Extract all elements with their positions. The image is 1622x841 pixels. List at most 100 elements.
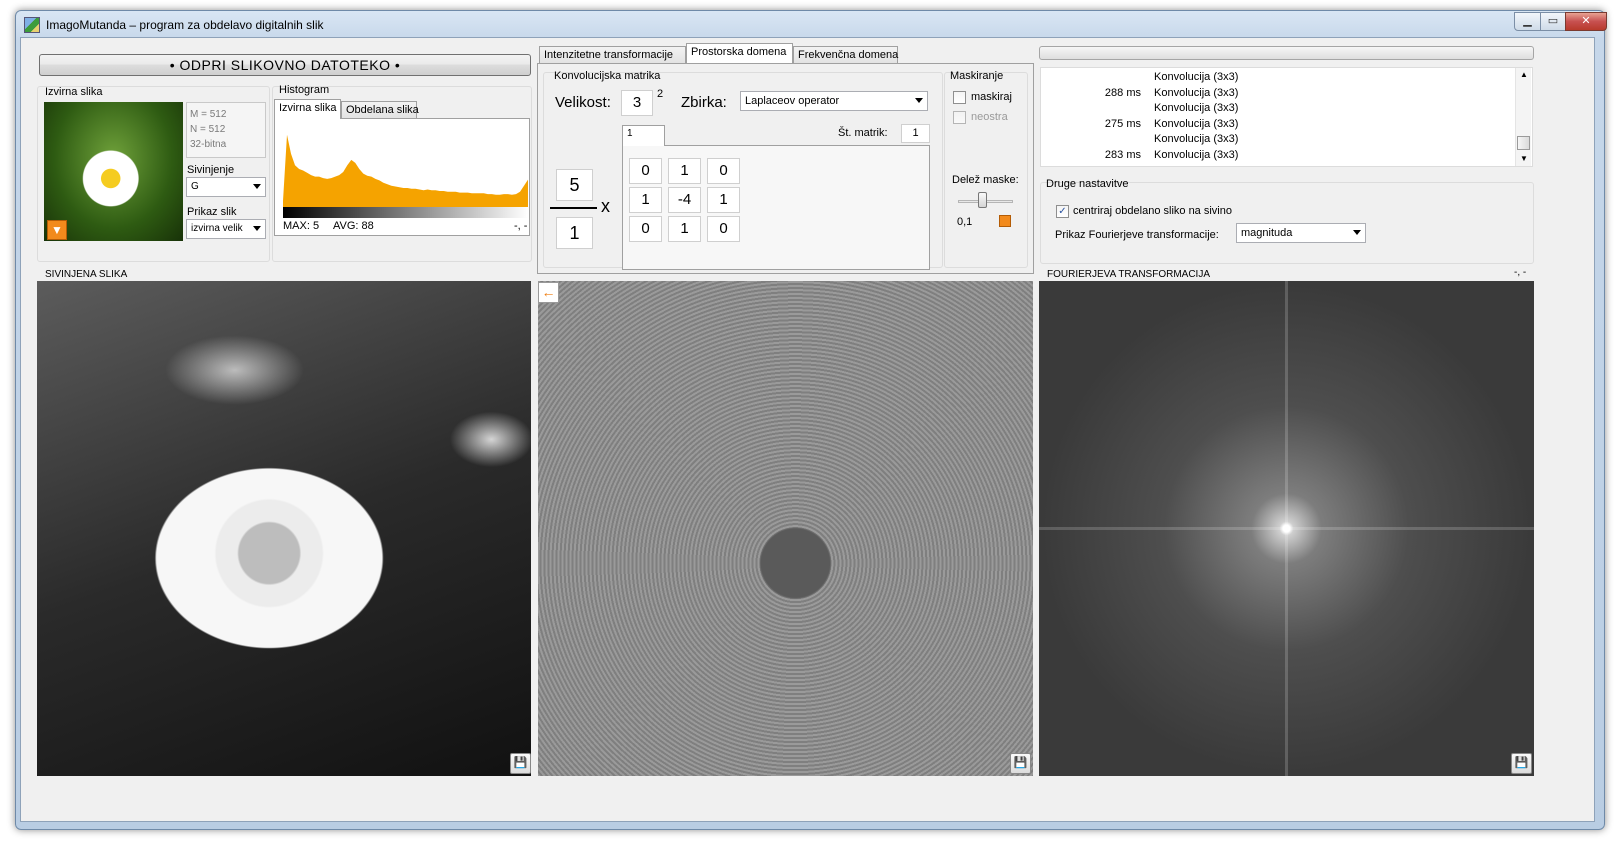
log-entry[interactable]: Konvolucija (3x3): [1154, 101, 1238, 116]
histogram-area: [283, 134, 528, 207]
histogram-svg: [283, 134, 528, 207]
set-label: Zbirka:: [681, 94, 727, 111]
progress-bar: [1039, 46, 1534, 60]
filter-set-select[interactable]: Laplaceov operator: [740, 91, 928, 111]
save-gray-icon[interactable]: 💾: [510, 753, 531, 774]
matrix-cell-2-0[interactable]: 0: [629, 216, 662, 242]
gray-image-title: SIVINJENA SLIKA: [45, 269, 128, 280]
log-entry[interactable]: Konvolucija (3x3): [1154, 117, 1238, 132]
histogram-plot: [283, 127, 528, 219]
info-n: N = 512: [190, 124, 226, 135]
mask-checkbox[interactable]: [953, 91, 966, 104]
save-fourier-icon[interactable]: 💾: [1511, 753, 1532, 774]
scroll-up-icon[interactable]: ▲: [1520, 70, 1528, 79]
info-bits: 32-bitna: [190, 139, 227, 150]
gray-select[interactable]: G: [186, 177, 266, 197]
blur-label: neostra: [971, 111, 1008, 123]
view-select[interactable]: izvirna velik: [186, 219, 266, 239]
info-m: M = 512: [190, 109, 227, 120]
log-time: [1089, 132, 1141, 147]
scroll-down-icon[interactable]: ▼: [1520, 154, 1528, 163]
close-button[interactable]: ✕: [1565, 12, 1607, 31]
fourier-display-select[interactable]: magnituda: [1236, 223, 1366, 243]
matrix-cell-0-1[interactable]: 1: [668, 158, 701, 184]
size-input[interactable]: 3: [621, 90, 653, 116]
fourier-corner: -, -: [1514, 267, 1527, 278]
blur-checkbox[interactable]: [953, 111, 966, 124]
chevron-down-icon: [253, 226, 261, 231]
matrix-cell-1-0[interactable]: 1: [629, 187, 662, 213]
log-entry[interactable]: Konvolucija (3x3): [1154, 70, 1238, 85]
save-processed-icon[interactable]: 💾: [1010, 753, 1031, 774]
view-label: Prikaz slik: [187, 206, 237, 218]
times-sign: x: [601, 196, 610, 216]
back-arrow-icon[interactable]: ←: [538, 282, 559, 303]
tab-intensity[interactable]: Intenzitetne transformacije: [539, 46, 686, 64]
grayscale-image[interactable]: [37, 281, 531, 776]
hist-max: MAX: 5: [283, 220, 320, 232]
tab-hist-source[interactable]: Izvirna slika: [274, 99, 341, 119]
log-time: 288 ms: [1104, 86, 1141, 99]
image-info-box: M = 512 N = 512 32-bitna: [186, 102, 266, 158]
denominator-input[interactable]: 1: [556, 217, 593, 249]
log-entry[interactable]: Konvolucija (3x3): [1154, 148, 1238, 163]
matrix-cell-1-2[interactable]: 1: [707, 187, 740, 213]
log-time: [1089, 70, 1141, 85]
app-icon: [24, 17, 40, 33]
log-time: [1089, 101, 1141, 116]
tab-spatial[interactable]: Prostorska domena: [686, 43, 793, 63]
histogram-title: Histogram: [279, 84, 330, 96]
minimize-button[interactable]: ▁: [1514, 12, 1541, 31]
gray-label: Sivinjenje: [187, 164, 235, 176]
numerator-input[interactable]: 5: [556, 169, 593, 201]
fourier-display-label: Prikaz Fourierjeve transformacije:: [1055, 229, 1219, 241]
client-area: • ODPRI SLIKOVNO DATOTEKO • Izvirna slik…: [20, 37, 1595, 822]
gray-select-value: G: [191, 181, 199, 192]
matrix-cell-2-1[interactable]: 1: [668, 216, 701, 242]
processed-image[interactable]: [538, 281, 1033, 776]
apply-arrow-icon[interactable]: ▼: [47, 220, 67, 240]
matrix-cell-0-0[interactable]: 0: [629, 158, 662, 184]
hist-corner: -, -: [514, 220, 528, 232]
center-gray-checkbox[interactable]: ✓: [1056, 205, 1069, 218]
log-entry[interactable]: Konvolucija (3x3): [1154, 86, 1238, 101]
log-time: 283 ms: [1104, 148, 1141, 161]
maximize-button[interactable]: ▭: [1540, 12, 1566, 31]
filter-set-value: Laplaceov operator: [745, 95, 840, 107]
view-select-value: izvirna velik: [191, 223, 243, 234]
mask-color-swatch[interactable]: [999, 215, 1011, 227]
matrix-count-label: Št. matrik:: [838, 127, 888, 139]
matrix-cell-2-2[interactable]: 0: [707, 216, 740, 242]
chevron-down-icon: [1353, 230, 1361, 235]
log-scrollbar[interactable]: ▲ ▼: [1515, 68, 1531, 166]
log-time: 275 ms: [1104, 117, 1141, 130]
tab-frequency[interactable]: Frekvenčna domena: [793, 46, 898, 64]
chevron-down-icon: [253, 184, 261, 189]
hist-avg: AVG: 88: [333, 220, 374, 232]
matrix-tab-1[interactable]: 1: [622, 125, 665, 146]
scroll-thumb[interactable]: [1517, 136, 1530, 150]
matrix-cell-0-2[interactable]: 0: [707, 158, 740, 184]
size-label: Velikost:: [555, 94, 611, 111]
open-file-button[interactable]: • ODPRI SLIKOVNO DATOTEKO •: [39, 54, 531, 76]
fraction-line: [550, 207, 597, 209]
operation-log[interactable]: Konvolucija (3x3) 288 ms Konvolucija (3x3)…: [1040, 67, 1533, 167]
fourier-title: FOURIERJEVA TRANSFORMACIJA: [1047, 269, 1210, 280]
mask-slider-thumb[interactable]: [978, 192, 987, 208]
log-entry[interactable]: Konvolucija (3x3): [1154, 132, 1238, 147]
mask-share-value: 0,1: [957, 216, 973, 228]
tab-hist-processed[interactable]: Obdelana slika: [341, 101, 419, 119]
masking-title: Maskiranje: [950, 70, 1004, 82]
center-gray-label: centriraj obdelano sliko na sivino: [1073, 205, 1232, 217]
size-exponent: 2: [657, 88, 664, 100]
title-bar[interactable]: ImagoMutanda – program za obdelavo digit…: [16, 11, 1607, 39]
matrix-cell-1-1[interactable]: -4: [668, 187, 701, 213]
source-title: Izvirna slika: [45, 86, 103, 98]
window-title: ImagoMutanda – program za obdelavo digit…: [46, 18, 324, 32]
fourier-image[interactable]: [1039, 281, 1534, 776]
matrix-count-input[interactable]: 1: [901, 124, 930, 143]
fourier-v-axis: [1285, 281, 1288, 776]
convolution-title: Konvolucijska matrika: [554, 70, 661, 82]
intensity-gradient: [283, 207, 528, 218]
other-settings-title: Druge nastavitve: [1046, 178, 1129, 190]
